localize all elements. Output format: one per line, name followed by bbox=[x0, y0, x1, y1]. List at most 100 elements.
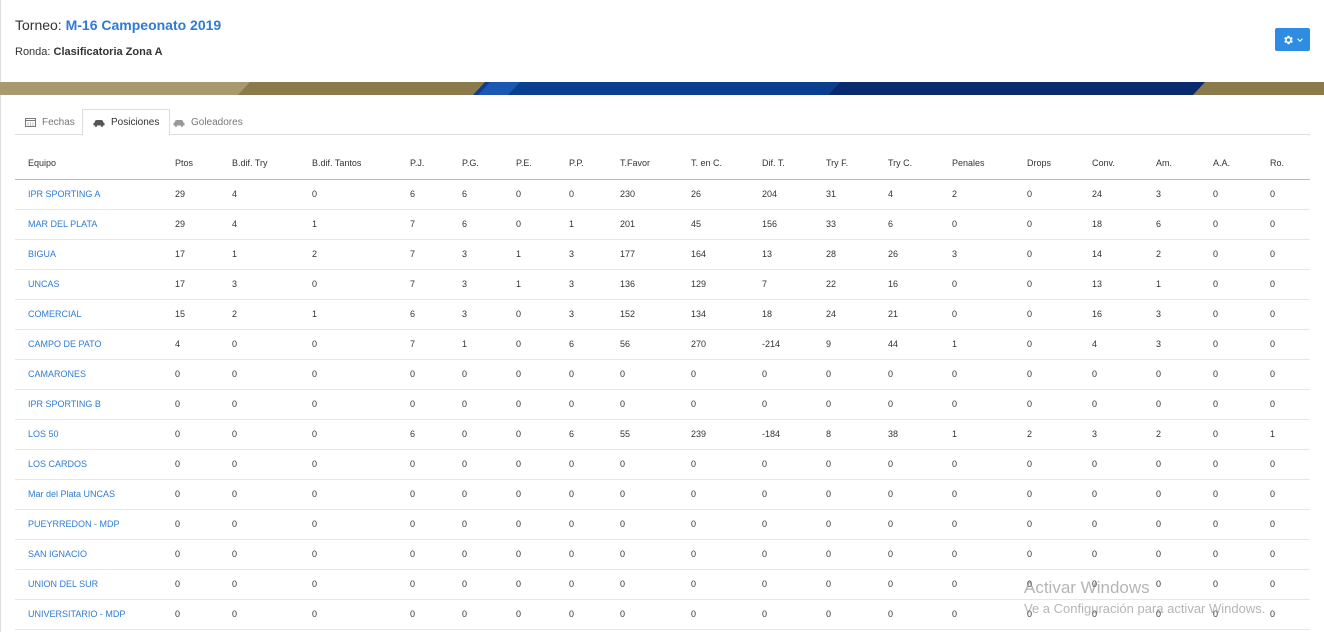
team-link[interactable]: UNIVERSITARIO - MDP bbox=[15, 599, 162, 630]
table-cell: 0 bbox=[939, 359, 1014, 390]
table-cell: 0 bbox=[503, 209, 556, 240]
table-cell: 0 bbox=[939, 479, 1014, 510]
table-cell: 0 bbox=[939, 569, 1014, 600]
table-cell: 0 bbox=[1200, 419, 1257, 450]
column-header: B.dif. Try bbox=[219, 148, 299, 180]
table-cell: 8 bbox=[813, 419, 875, 450]
tab-fechas[interactable]: Fechas bbox=[15, 109, 85, 135]
team-link[interactable]: Mar del Plata UNCAS bbox=[15, 479, 162, 510]
table-cell: 6 bbox=[449, 179, 503, 210]
table-cell: 0 bbox=[1200, 239, 1257, 270]
table-cell: 0 bbox=[1079, 539, 1143, 570]
team-link[interactable]: PUEYRREDON - MDP bbox=[15, 509, 162, 540]
column-header: Am. bbox=[1143, 148, 1200, 180]
table-row: LOS 50 0 0 0 6 0 0 6 55 239 -184 8 38 1 2 3 2 0 1 bbox=[15, 419, 1310, 450]
table-cell: 55 bbox=[607, 419, 678, 450]
tournament-name[interactable]: M-16 Campeonato 2019 bbox=[66, 17, 222, 33]
settings-dropdown-button[interactable] bbox=[1275, 28, 1310, 51]
page-header: Torneo: M-16 Campeonato 2019 Ronda: Clas… bbox=[0, 0, 1324, 82]
table-cell: 0 bbox=[503, 539, 556, 570]
table-cell: 0 bbox=[1257, 269, 1310, 300]
team-link[interactable]: LOS CARDOS bbox=[15, 449, 162, 480]
team-link[interactable]: UNION DEL SUR bbox=[15, 569, 162, 600]
table-cell: 44 bbox=[875, 329, 939, 360]
table-header-row: Equipo Ptos B.dif. Try B.dif. Tantos P.J. P.G… bbox=[15, 148, 1310, 180]
team-link[interactable]: BIGUA bbox=[15, 239, 162, 270]
table-cell: 3 bbox=[556, 299, 607, 330]
table-cell: 0 bbox=[556, 569, 607, 600]
team-link[interactable]: SAN IGNACIO bbox=[15, 539, 162, 570]
table-cell: 0 bbox=[939, 539, 1014, 570]
table-cell: 7 bbox=[397, 209, 449, 240]
table-cell: 0 bbox=[678, 539, 749, 570]
table-cell: 26 bbox=[875, 239, 939, 270]
table-cell: 0 bbox=[1257, 449, 1310, 480]
table-cell: 3 bbox=[449, 299, 503, 330]
column-header: Conv. bbox=[1079, 148, 1143, 180]
table-cell: 0 bbox=[299, 449, 397, 480]
table-cell: 0 bbox=[1257, 389, 1310, 420]
table-cell: 0 bbox=[1200, 479, 1257, 510]
chevron-down-icon bbox=[1297, 37, 1303, 43]
column-header: Ro. bbox=[1257, 148, 1310, 180]
table-cell: 0 bbox=[875, 509, 939, 540]
table-cell: 0 bbox=[813, 599, 875, 630]
table-cell: 3 bbox=[1143, 329, 1200, 360]
table-cell: 0 bbox=[1079, 449, 1143, 480]
column-header: Ptos bbox=[162, 148, 219, 180]
table-cell: 1 bbox=[449, 329, 503, 360]
table-cell: 0 bbox=[939, 299, 1014, 330]
team-link[interactable]: LOS 50 bbox=[15, 419, 162, 450]
table-cell: 0 bbox=[449, 359, 503, 390]
table-cell: -214 bbox=[749, 329, 813, 360]
table-cell: 6 bbox=[397, 179, 449, 210]
table-cell: 0 bbox=[1200, 569, 1257, 600]
table-cell: 1 bbox=[1257, 419, 1310, 450]
table-cell: 3 bbox=[449, 269, 503, 300]
table-cell: 0 bbox=[503, 329, 556, 360]
table-cell: 0 bbox=[299, 359, 397, 390]
table-cell: 4 bbox=[162, 329, 219, 360]
column-header: P.J. bbox=[397, 148, 449, 180]
table-cell: 0 bbox=[556, 389, 607, 420]
table-cell: 0 bbox=[162, 509, 219, 540]
table-cell: 2 bbox=[1014, 419, 1079, 450]
table-cell: 0 bbox=[556, 359, 607, 390]
team-link[interactable]: UNCAS bbox=[15, 269, 162, 300]
table-cell: 0 bbox=[503, 569, 556, 600]
table-cell: 2 bbox=[939, 179, 1014, 210]
table-cell: 0 bbox=[556, 179, 607, 210]
car-icon bbox=[93, 118, 105, 127]
table-cell: 0 bbox=[749, 599, 813, 630]
table-cell: 0 bbox=[397, 389, 449, 420]
table-cell: 17 bbox=[162, 269, 219, 300]
team-link[interactable]: CAMARONES bbox=[15, 359, 162, 390]
team-link[interactable]: CAMPO DE PATO bbox=[15, 329, 162, 360]
table-cell: 0 bbox=[813, 569, 875, 600]
table-cell: 0 bbox=[1014, 269, 1079, 300]
table-cell: 0 bbox=[678, 359, 749, 390]
table-row: BIGUA 17 1 2 7 3 1 3 177 164 13 28 26 3 0 14 2 0 0 bbox=[15, 239, 1310, 270]
tab-posiciones[interactable]: Posiciones bbox=[82, 109, 171, 136]
table-cell: 0 bbox=[1200, 539, 1257, 570]
table-cell: 0 bbox=[1200, 599, 1257, 630]
team-link[interactable]: MAR DEL PLATA bbox=[15, 209, 162, 240]
table-cell: 0 bbox=[503, 599, 556, 630]
table-cell: 3 bbox=[449, 239, 503, 270]
column-header: Penales bbox=[939, 148, 1014, 180]
table-cell: 33 bbox=[813, 209, 875, 240]
table-cell: 0 bbox=[1014, 449, 1079, 480]
column-header: P.E. bbox=[503, 148, 556, 180]
table-cell: 4 bbox=[219, 209, 299, 240]
table-cell: 1 bbox=[219, 239, 299, 270]
table-row: COMERCIAL 15 2 1 6 3 0 3 152 134 18 24 21 0 0 16 3 0 0 bbox=[15, 299, 1310, 330]
table-cell: 0 bbox=[449, 389, 503, 420]
table-cell: 0 bbox=[503, 299, 556, 330]
tab-goleadores[interactable]: Goleadores bbox=[163, 109, 253, 135]
team-link[interactable]: COMERCIAL bbox=[15, 299, 162, 330]
team-link[interactable]: IPR SPORTING A bbox=[15, 179, 162, 210]
team-link[interactable]: IPR SPORTING B bbox=[15, 389, 162, 420]
table-cell: 0 bbox=[1200, 269, 1257, 300]
table-cell: 0 bbox=[1014, 509, 1079, 540]
table-cell: 0 bbox=[219, 359, 299, 390]
